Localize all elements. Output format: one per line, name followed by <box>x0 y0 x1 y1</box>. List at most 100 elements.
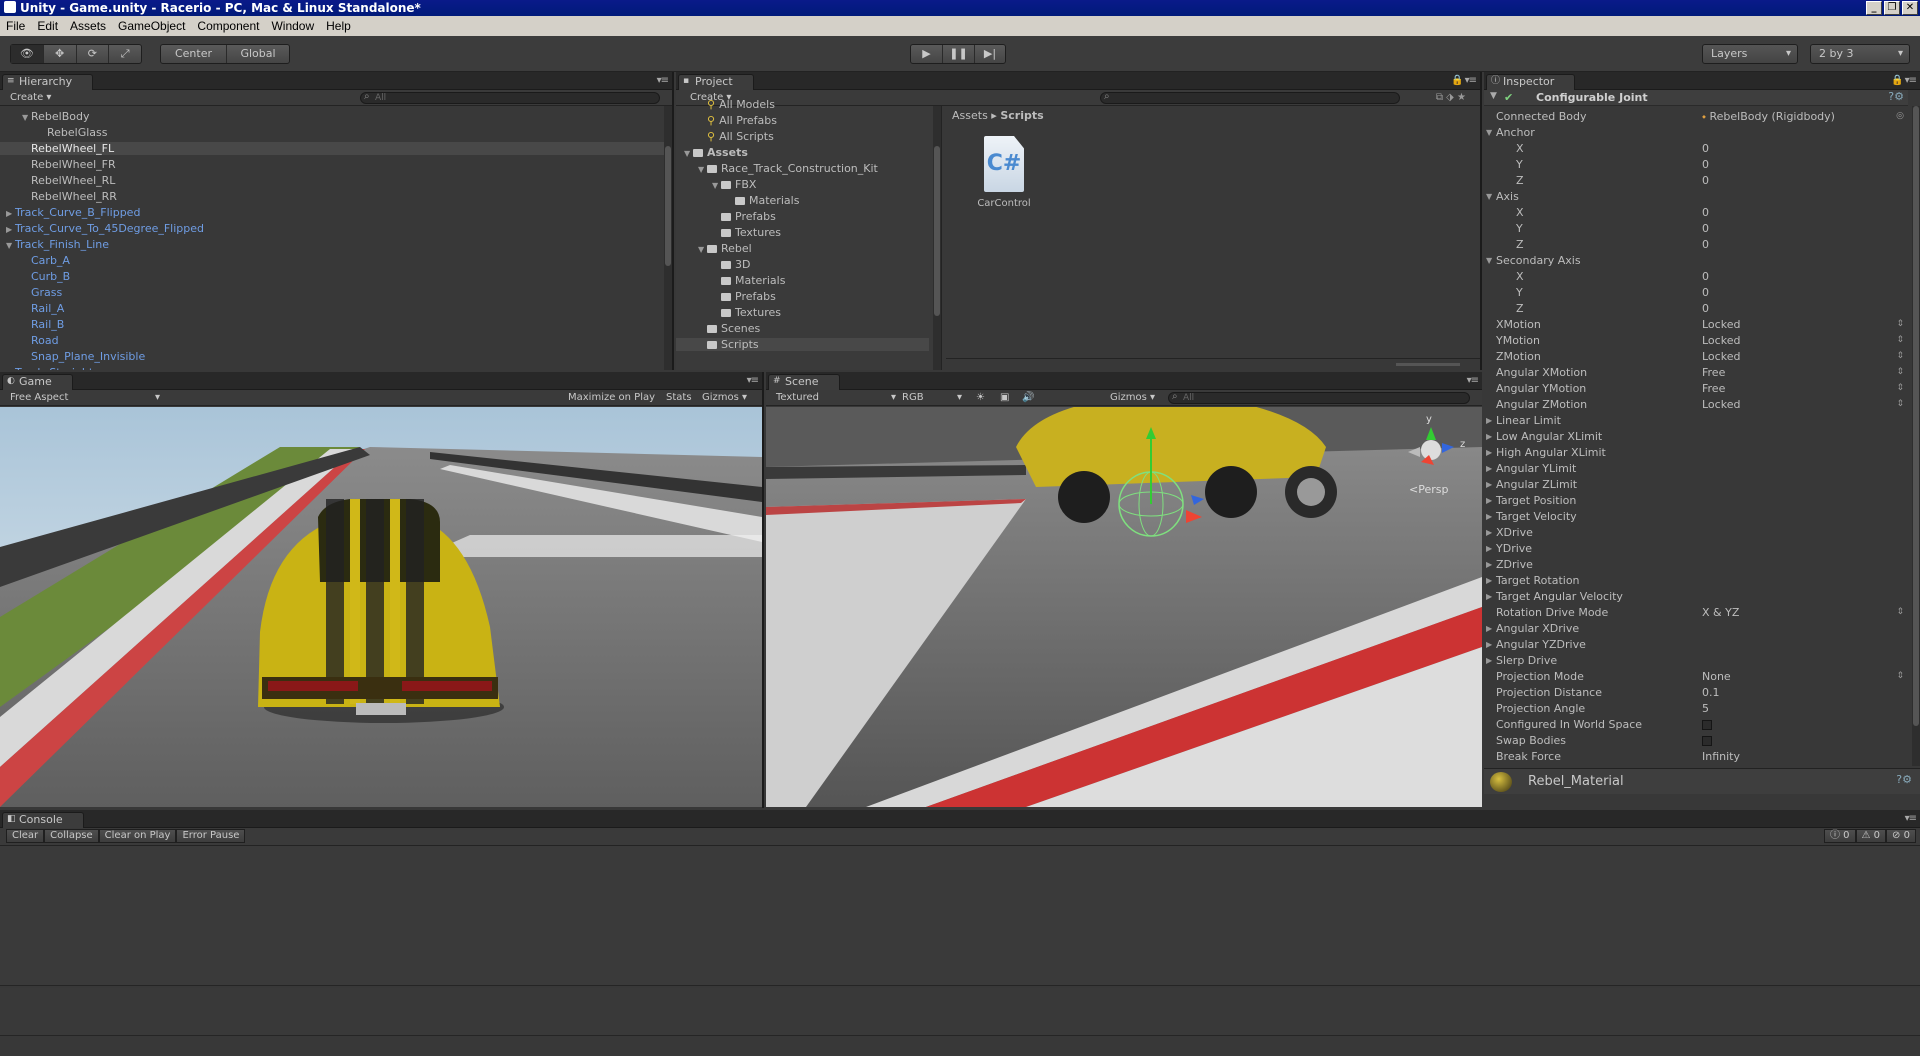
project-folder-item[interactable]: ▼ FBX <box>712 178 756 191</box>
project-folder-item[interactable]: 3D <box>712 258 750 271</box>
inspector-value-field[interactable]: 0.1 <box>1702 686 1720 699</box>
image-effects-toggle[interactable]: ▣ <box>1000 390 1009 405</box>
help-settings-icon[interactable]: ?⚙ <box>1888 90 1904 103</box>
info-count-toggle[interactable]: ⓘ 0 <box>1823 829 1856 843</box>
foldout-arrow-icon[interactable]: ▶ <box>1486 542 1492 555</box>
scrollbar-thumb[interactable] <box>665 146 671 266</box>
inspector-number-field[interactable]: 0 <box>1702 206 1709 219</box>
inspector-number-field[interactable]: 0 <box>1702 158 1709 171</box>
hierarchy-item[interactable]: Curb_B <box>22 270 70 283</box>
foldout-arrow-icon[interactable]: ▶ <box>1486 654 1492 667</box>
persp-label[interactable]: <Persp <box>1409 483 1448 496</box>
panel-menu-icon[interactable]: ▾≡ <box>657 75 669 86</box>
foldout-arrow-icon[interactable]: ▼ <box>1486 190 1492 203</box>
foldout-arrow-icon[interactable]: ▼ <box>1486 254 1492 267</box>
rotate-tool-button[interactable]: ⟳ <box>77 45 110 63</box>
scale-tool-button[interactable]: ⤢ <box>109 45 141 63</box>
menu-edit[interactable]: Edit <box>31 19 64 33</box>
project-folder-item[interactable]: Textures <box>712 226 781 239</box>
project-folder-item[interactable]: ▼ Assets <box>684 146 748 159</box>
panel-menu-icon[interactable]: 🔒 ▾≡ <box>1451 75 1477 86</box>
stats-toggle[interactable]: Stats <box>666 390 692 405</box>
foldout-arrow-icon[interactable]: ▼ <box>1486 126 1492 139</box>
hierarchy-create-button[interactable]: Create ▾ <box>10 90 51 105</box>
game-gizmos-toggle[interactable]: Gizmos ▾ <box>702 390 747 405</box>
project-folder-item[interactable]: ⚲ All Prefabs <box>698 114 777 127</box>
console-clear-on-play-button[interactable]: Clear on Play <box>98 829 177 843</box>
scrollbar-thumb[interactable] <box>934 146 940 316</box>
object-picker-icon[interactable]: ◎ <box>1896 110 1904 123</box>
tab-project[interactable]: ▪ Project <box>678 74 754 90</box>
expand-arrow-icon[interactable]: ▶ <box>6 367 15 370</box>
dropdown-arrows-icon[interactable]: ⇕ <box>1896 350 1904 363</box>
foldout-arrow-icon[interactable]: ▶ <box>1486 510 1492 523</box>
audio-toggle[interactable]: 🔊 <box>1022 390 1034 405</box>
aspect-dropdown[interactable]: Free Aspect ▾ <box>10 390 160 405</box>
component-header[interactable]: ▼ ✔ Configurable Joint ?⚙ <box>1484 90 1908 106</box>
dropdown-arrows-icon[interactable]: ⇕ <box>1896 366 1904 379</box>
hierarchy-item[interactable]: RebelWheel_RR <box>22 190 117 203</box>
inspector-enum-dropdown[interactable]: Locked <box>1702 318 1740 331</box>
pause-button[interactable]: ❚❚ <box>943 45 975 63</box>
expand-arrow-icon[interactable]: ▶ <box>6 207 15 220</box>
foldout-arrow-icon[interactable]: ▶ <box>1486 494 1492 507</box>
layers-dropdown[interactable]: Layers <box>1702 44 1798 64</box>
inspector-enum-dropdown[interactable]: Locked <box>1702 398 1740 411</box>
project-folder-item[interactable]: ▼ Rebel <box>698 242 752 255</box>
step-button[interactable]: ▶| <box>975 45 1005 63</box>
dropdown-arrows-icon[interactable]: ⇕ <box>1896 382 1904 395</box>
object-field[interactable]: ⬩ RebelBody (Rigidbody) <box>1702 110 1835 123</box>
hierarchy-item[interactable]: Carb_A <box>22 254 70 267</box>
hierarchy-item[interactable]: RebelWheel_FL <box>0 142 664 155</box>
hierarchy-item[interactable]: Rail_B <box>22 318 64 331</box>
menu-assets[interactable]: Assets <box>64 19 112 33</box>
inspector-enum-dropdown[interactable]: None <box>1702 670 1731 683</box>
project-folder-item[interactable]: Scripts <box>676 338 929 351</box>
close-button[interactable]: ✕ <box>1902 1 1918 15</box>
foldout-arrow-icon[interactable]: ▶ <box>1486 558 1492 571</box>
foldout-arrow-icon[interactable]: ▶ <box>1486 462 1492 475</box>
inspector-number-field[interactable]: 0 <box>1702 222 1709 235</box>
foldout-arrow-icon[interactable]: ▶ <box>1486 638 1492 651</box>
dropdown-arrows-icon[interactable]: ⇕ <box>1896 318 1904 331</box>
hierarchy-item[interactable]: ▶Track_Straight <box>6 366 93 370</box>
inspector-number-field[interactable]: 0 <box>1702 270 1709 283</box>
breadcrumb-scripts[interactable]: Scripts <box>1000 109 1043 122</box>
project-folder-item[interactable]: ⚲ All Models <box>698 98 775 111</box>
hierarchy-item[interactable]: RebelGlass <box>38 126 108 139</box>
breadcrumb-assets[interactable]: Assets <box>952 109 988 122</box>
panel-menu-icon[interactable]: ▾≡ <box>1905 813 1917 824</box>
inspector-number-field[interactable]: 0 <box>1702 238 1709 251</box>
panel-menu-icon[interactable]: ▾≡ <box>1467 375 1479 386</box>
menu-component[interactable]: Component <box>191 19 265 33</box>
dropdown-arrows-icon[interactable]: ⇕ <box>1896 670 1904 683</box>
hand-tool-button[interactable]: 👁 <box>11 45 44 63</box>
hierarchy-search-input[interactable]: All <box>360 92 660 104</box>
hierarchy-item[interactable]: Road <box>22 334 59 347</box>
console-detail-area[interactable] <box>0 988 1920 1036</box>
hierarchy-item[interactable]: Snap_Plane_Invisible <box>22 350 145 363</box>
restore-button[interactable]: ❐ <box>1884 1 1900 15</box>
inspector-checkbox[interactable] <box>1702 736 1712 746</box>
tab-game[interactable]: ◐ Game <box>2 374 73 390</box>
inspector-value-field[interactable]: 5 <box>1702 702 1709 715</box>
project-tree-scrollbar[interactable] <box>933 106 941 370</box>
error-count-toggle[interactable]: ⊘ 0 <box>1886 829 1916 843</box>
foldout-arrow-icon[interactable]: ▶ <box>1486 590 1492 603</box>
menu-file[interactable]: File <box>0 19 31 33</box>
panel-menu-icon[interactable]: ▾≡ <box>747 375 759 386</box>
hierarchy-item[interactable]: ▼ Track_Finish_Line <box>6 238 109 251</box>
inspector-number-field[interactable]: 0 <box>1702 174 1709 187</box>
move-tool-button[interactable]: ✥ <box>44 45 77 63</box>
foldout-icon[interactable]: ▼ <box>1490 91 1497 101</box>
inspector-enum-dropdown[interactable]: Free <box>1702 366 1725 379</box>
foldout-arrow-icon[interactable]: ▶ <box>1486 574 1492 587</box>
dropdown-arrows-icon[interactable]: ⇕ <box>1896 334 1904 347</box>
console-error-pause-button[interactable]: Error Pause <box>176 829 246 843</box>
enabled-check-icon[interactable]: ✔ <box>1504 91 1513 104</box>
expand-arrow-icon[interactable]: ▶ <box>6 223 15 236</box>
project-folder-item[interactable]: ⚲ All Scripts <box>698 130 774 143</box>
inspector-number-field[interactable]: 0 <box>1702 302 1709 315</box>
zoom-slider[interactable] <box>1396 363 1460 366</box>
inspector-enum-dropdown[interactable]: Locked <box>1702 334 1740 347</box>
